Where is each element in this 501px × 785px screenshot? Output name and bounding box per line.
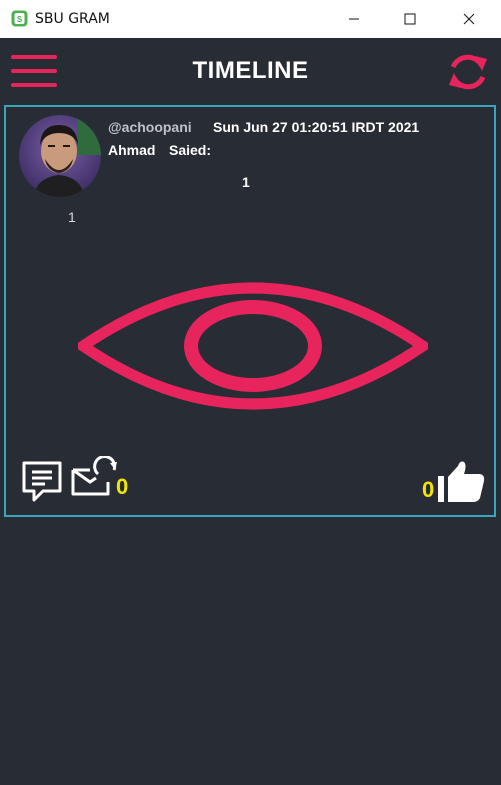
maximize-button[interactable]: [387, 0, 433, 38]
post-username[interactable]: @achoopani: [108, 119, 192, 135]
app-content: TIMELINE 1 @achoopani Sun Jun 27 01:20:5…: [0, 38, 501, 785]
post-card: 1 @achoopani Sun Jun 27 01:20:51 IRDT 20…: [4, 105, 496, 517]
app-logo-icon: S: [11, 10, 28, 27]
comment-icon[interactable]: [21, 460, 65, 504]
window-title: SBU GRAM: [35, 11, 110, 27]
window-titlebar: S SBU GRAM: [0, 0, 501, 39]
user-photo: [19, 115, 101, 197]
refresh-icon[interactable]: [446, 50, 490, 94]
page-title: TIMELINE: [192, 57, 309, 84]
avatar[interactable]: [19, 115, 101, 197]
svg-text:S: S: [17, 15, 23, 24]
maximize-icon: [404, 13, 416, 25]
said-label: Saied:: [169, 142, 212, 158]
app-header: TIMELINE: [0, 38, 501, 104]
minimize-icon: [349, 18, 359, 20]
post-date: Sun Jun 27 01:20:51 IRDT 2021: [213, 119, 420, 135]
post-author: Ahmad: [108, 142, 156, 158]
thumbs-up-icon[interactable]: [438, 460, 485, 502]
repost-icon[interactable]: [70, 456, 118, 498]
repost-count: 0: [116, 474, 129, 499]
close-button[interactable]: [446, 0, 492, 38]
post-text: 1: [242, 174, 250, 190]
avatar-count: 1: [68, 209, 76, 225]
eye-icon: [78, 282, 428, 410]
close-icon: [463, 13, 475, 25]
like-count: 0: [422, 477, 435, 502]
minimize-button[interactable]: [331, 0, 377, 38]
